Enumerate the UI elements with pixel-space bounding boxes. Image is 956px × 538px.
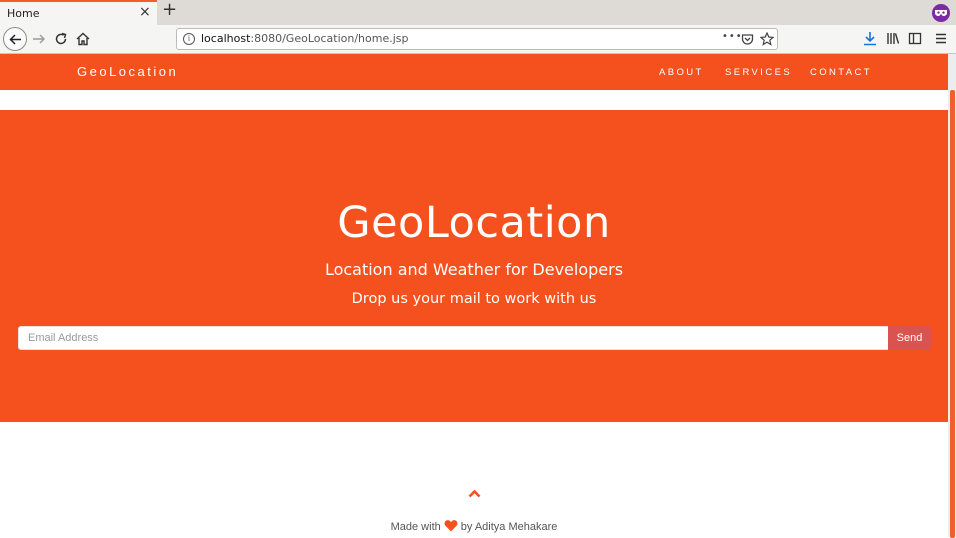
bookmark-star-icon[interactable] (760, 32, 774, 46)
new-tab-icon[interactable]: + (162, 1, 177, 19)
info-icon[interactable]: i (183, 33, 195, 45)
nav-link-about[interactable]: ABOUT (659, 67, 704, 78)
scrollbar-thumb[interactable] (950, 90, 955, 538)
email-input[interactable] (18, 326, 889, 350)
tab-title: Home (7, 7, 40, 20)
home-icon[interactable] (75, 31, 91, 47)
footer-author: by Aditya Mehakare (460, 521, 558, 533)
url-text[interactable]: localhost:8080/GeoLocation/home.jsp (201, 32, 409, 45)
footer-made-with: Made with (390, 521, 441, 533)
scroll-to-top-icon[interactable] (468, 489, 481, 498)
menu-icon[interactable] (935, 31, 947, 46)
forward-icon[interactable] (31, 31, 47, 47)
nav-link-services[interactable]: SERVICES (725, 67, 792, 78)
brand-logo[interactable]: GeoLocation (77, 64, 178, 79)
url-path: :8080/GeoLocation/home.jsp (250, 32, 409, 45)
hero-title: GeoLocation (337, 198, 611, 248)
hero-cta-text: Drop us your mail to work with us (351, 291, 597, 307)
pocket-icon[interactable] (741, 33, 754, 46)
active-tab[interactable]: Home × (0, 0, 157, 25)
extension-mask-icon[interactable] (932, 4, 950, 22)
browser-toolbar: i localhost:8080/GeoLocation/home.jsp ••… (0, 25, 956, 54)
heart-icon (444, 520, 458, 532)
hero-subtitle: Location and Weather for Developers (324, 260, 624, 279)
site-navbar: GeoLocation ABOUT SERVICES CONTACT (0, 54, 948, 90)
hero-section: GeoLocation Location and Weather for Dev… (0, 110, 948, 422)
tab-strip: Home × + (0, 0, 956, 25)
footer-credit: Made with by Aditya Mehakare (0, 519, 948, 533)
url-bar[interactable]: i localhost:8080/GeoLocation/home.jsp ••… (176, 28, 778, 50)
sidebar-icon[interactable] (908, 31, 922, 46)
tab-close-icon[interactable]: × (139, 5, 151, 19)
download-icon[interactable] (863, 31, 877, 46)
url-host: localhost (201, 32, 251, 45)
page-actions-icon[interactable]: ••• (722, 31, 743, 42)
library-icon[interactable] (886, 31, 900, 46)
nav-link-contact[interactable]: CONTACT (810, 67, 872, 78)
send-button[interactable]: Send (888, 326, 931, 350)
reload-icon[interactable] (53, 31, 69, 47)
page-scrollbar[interactable] (948, 54, 956, 538)
back-icon[interactable] (3, 27, 27, 51)
